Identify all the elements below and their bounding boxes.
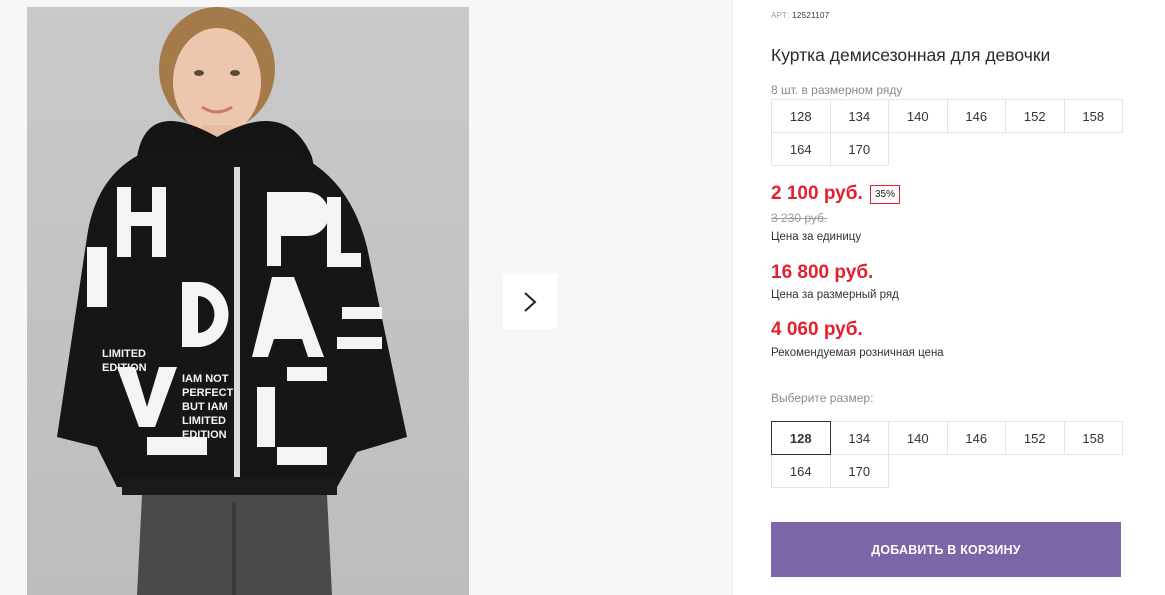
retail-price-label: Рекомендуемая розничная цена (771, 347, 944, 359)
svg-text:LIMITED: LIMITED (102, 348, 146, 360)
svg-text:BUT IAM: BUT IAM (182, 401, 228, 413)
chevron-right-icon (524, 291, 537, 312)
retail-price: 4 060 руб. (771, 319, 863, 340)
girl-in-jacket-image: IAM NOT PERFECT BUT IAM LIMITED EDITION … (57, 7, 407, 595)
product-gallery: IAM NOT PERFECT BUT IAM LIMITED EDITION … (0, 0, 733, 595)
size-option[interactable]: 164 (771, 454, 831, 488)
pack-size-grid: 128 134 140 146 152 158 164 170 (771, 99, 1128, 166)
article-number: АРТ: 12521107 (771, 11, 830, 20)
row-price-label: Цена за размерный ряд (771, 289, 899, 301)
product-photo: IAM NOT PERFECT BUT IAM LIMITED EDITION … (27, 7, 469, 595)
old-price: 3 230 руб. (771, 211, 828, 225)
pack-size-cell: 146 (946, 99, 1006, 133)
size-option[interactable]: 170 (829, 454, 889, 488)
size-option[interactable]: 134 (829, 421, 889, 455)
product-title: Куртка демисезонная для девочки (771, 45, 1051, 65)
svg-text:PERFECT: PERFECT (182, 387, 234, 399)
discount-badge: 35% (870, 185, 901, 204)
next-image-button[interactable] (503, 274, 557, 329)
choose-size-label: Выберите размер: (771, 391, 874, 405)
article-value: 12521107 (792, 11, 830, 20)
pack-size-cell: 158 (1063, 99, 1123, 133)
svg-text:IAM NOT: IAM NOT (182, 373, 229, 385)
size-option[interactable]: 152 (1005, 421, 1065, 455)
pack-note: 8 шт. в размерном ряду (771, 83, 903, 97)
pack-size-cell: 152 (1005, 99, 1065, 133)
article-label: АРТ: (771, 11, 790, 20)
size-option-selected[interactable]: 128 (771, 421, 831, 455)
svg-text:EDITION: EDITION (102, 362, 147, 374)
pack-size-cell: 170 (829, 132, 889, 166)
size-selector: 128 134 140 146 152 158 164 170 (771, 421, 1128, 488)
pack-size-cell: 164 (771, 132, 831, 166)
svg-text:LIMITED: LIMITED (182, 415, 226, 427)
row-price: 16 800 руб. (771, 262, 874, 283)
pack-size-cell: 140 (888, 99, 948, 133)
size-option[interactable]: 146 (946, 421, 1006, 455)
svg-text:EDITION: EDITION (182, 429, 227, 441)
unit-price: 2 100 руб. (771, 183, 863, 204)
size-option[interactable]: 140 (888, 421, 948, 455)
add-to-cart-button[interactable]: ДОБАВИТЬ В КОРЗИНУ (771, 522, 1121, 577)
pack-size-cell: 128 (771, 99, 831, 133)
size-option[interactable]: 158 (1063, 421, 1123, 455)
unit-price-label: Цена за единицу (771, 231, 862, 243)
pack-size-cell: 134 (829, 99, 889, 133)
